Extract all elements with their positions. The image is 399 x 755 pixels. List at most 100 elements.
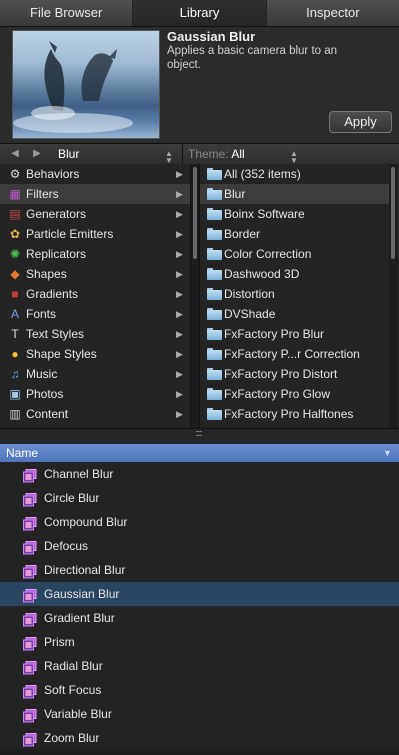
list-item-label: Gradient Blur [44, 611, 115, 625]
folder-icon [207, 368, 222, 380]
folder-item[interactable]: Dashwood 3D [200, 264, 390, 284]
tab-bar: File Browser Library Inspector [0, 0, 399, 27]
folder-icon [207, 348, 222, 360]
theme-value: All [231, 147, 245, 161]
folder-item[interactable]: Color Correction [200, 244, 390, 264]
folder-item[interactable]: All (352 items) [200, 164, 390, 184]
list-item-label: Radial Blur [44, 659, 103, 673]
list-item[interactable]: Defocus [0, 534, 399, 558]
folder-icon [207, 328, 222, 340]
apply-button[interactable]: Apply [329, 111, 392, 133]
category-item[interactable]: ▤ Generators ▶ [0, 204, 190, 224]
theme-popup[interactable]: Theme: All [188, 144, 245, 164]
category-label: Behaviors [26, 167, 80, 181]
category-label: Gradients [26, 287, 79, 301]
disclosure-arrow-icon: ▶ [176, 209, 183, 219]
folder-item[interactable]: DVShade [200, 304, 390, 324]
filters-icon: ▦ [9, 187, 21, 201]
tab-library[interactable]: Library [133, 0, 267, 26]
category-item[interactable]: A Fonts ▶ [0, 304, 190, 324]
folder-item[interactable]: Boinx Software [200, 204, 390, 224]
category-item[interactable]: ▦ Filters ▶ [0, 184, 190, 204]
folder-icon [207, 168, 222, 180]
forward-icon[interactable]: ▶ [28, 144, 46, 164]
category-label: Fonts [26, 307, 57, 321]
folder-label: FxFactory P...r Correction [224, 347, 360, 361]
folder-item[interactable]: FxFactory P...r Correction [200, 344, 390, 364]
disclosure-arrow-icon: ▶ [176, 349, 183, 359]
category-item[interactable]: ● Shape Styles ▶ [0, 344, 190, 364]
folder-label: FxFactory Pro Blur [224, 327, 325, 341]
scroll-thumb[interactable] [391, 167, 395, 259]
folder-label: FxFactory Pro Halftones [224, 407, 354, 421]
list-item[interactable]: Channel Blur [0, 462, 399, 486]
filter-icon [23, 491, 37, 507]
disclosure-arrow-icon: ▶ [176, 169, 183, 179]
folder-label: Color Correction [224, 247, 312, 261]
list-item[interactable]: Gradient Blur [0, 606, 399, 630]
shapes-icon: ◆ [10, 267, 20, 281]
list-item[interactable]: Radial Blur [0, 654, 399, 678]
tab-inspector[interactable]: Inspector [267, 0, 399, 26]
shape-styles-icon: ● [11, 347, 19, 361]
path-popup[interactable]: Blur [58, 144, 79, 164]
list-item-label: Defocus [44, 539, 89, 553]
filter-icon [23, 467, 37, 483]
folder-item[interactable]: Blur [200, 184, 390, 204]
list-item[interactable]: Soft Focus [0, 678, 399, 702]
item-list: Channel Blur Circle Blur Compound Blur Defo… [0, 462, 399, 749]
category-label: Replicators [26, 247, 87, 261]
scroll-thumb[interactable] [193, 167, 197, 259]
category-item[interactable]: ▣ Photos ▶ [0, 384, 190, 404]
list-item-label: Channel Blur [44, 467, 114, 481]
list-item[interactable]: Directional Blur [0, 558, 399, 582]
split-divider[interactable] [0, 428, 399, 445]
list-item[interactable]: Zoom Blur [0, 726, 399, 750]
folder-item[interactable]: FxFactory Pro Blur [200, 324, 390, 344]
category-label: Shape Styles [26, 347, 97, 361]
filter-icon [23, 635, 37, 651]
category-label: Music [26, 367, 58, 381]
category-item[interactable]: ✺ Replicators ▶ [0, 244, 190, 264]
list-item[interactable]: Prism [0, 630, 399, 654]
category-label: Text Styles [26, 327, 85, 341]
list-item[interactable]: Circle Blur [0, 486, 399, 510]
filter-icon [23, 731, 37, 747]
category-item[interactable]: ♫ Music ▶ [0, 364, 190, 384]
category-item[interactable]: ✿ Particle Emitters ▶ [0, 224, 190, 244]
text-styles-icon: T [11, 327, 19, 341]
filter-icon [23, 683, 37, 699]
folder-item[interactable]: Border [200, 224, 390, 244]
category-item[interactable]: T Text Styles ▶ [0, 324, 190, 344]
list-item[interactable]: Compound Blur [0, 510, 399, 534]
category-item[interactable]: ■ Gradients ▶ [0, 284, 190, 304]
list-item[interactable]: Variable Blur [0, 702, 399, 726]
folder-icon [207, 268, 222, 280]
back-icon[interactable]: ◀ [6, 144, 24, 164]
tab-file-browser[interactable]: File Browser [0, 0, 134, 26]
preview-panel: Gaussian Blur Applies a basic camera blu… [0, 27, 399, 143]
sort-descending-icon[interactable]: ▼ [383, 444, 392, 462]
folder-item[interactable]: FxFactory Pro Distort [200, 364, 390, 384]
folder-item[interactable]: FxFactory Pro Glow [200, 384, 390, 404]
photos-icon: ▣ [9, 387, 21, 401]
category-label: Filters [26, 187, 59, 201]
category-item[interactable]: ⚙ Behaviors ▶ [0, 164, 190, 184]
disclosure-arrow-icon: ▶ [176, 229, 183, 239]
category-item[interactable]: ▥ Content ▶ [0, 404, 190, 424]
list-item-label: Prism [44, 635, 75, 649]
list-item-label: Directional Blur [44, 563, 126, 577]
folder-item[interactable]: Distortion [200, 284, 390, 304]
grip-icon[interactable] [196, 431, 202, 436]
category-item[interactable]: ◆ Shapes ▶ [0, 264, 190, 284]
name-column-header[interactable]: Name [6, 444, 38, 462]
disclosure-arrow-icon: ▶ [176, 369, 183, 379]
folder-column: All (352 items) Blur Boinx Software Border C… [200, 164, 390, 428]
category-scrollbar[interactable] [190, 164, 200, 428]
folder-label: Dashwood 3D [224, 267, 300, 281]
folder-scrollbar[interactable] [389, 164, 398, 428]
list-header[interactable]: Name ▼ [0, 444, 399, 463]
folder-item[interactable]: FxFactory Pro Halftones [200, 404, 390, 424]
list-item-label: Zoom Blur [44, 731, 100, 745]
list-item[interactable]: Gaussian Blur [0, 582, 399, 606]
